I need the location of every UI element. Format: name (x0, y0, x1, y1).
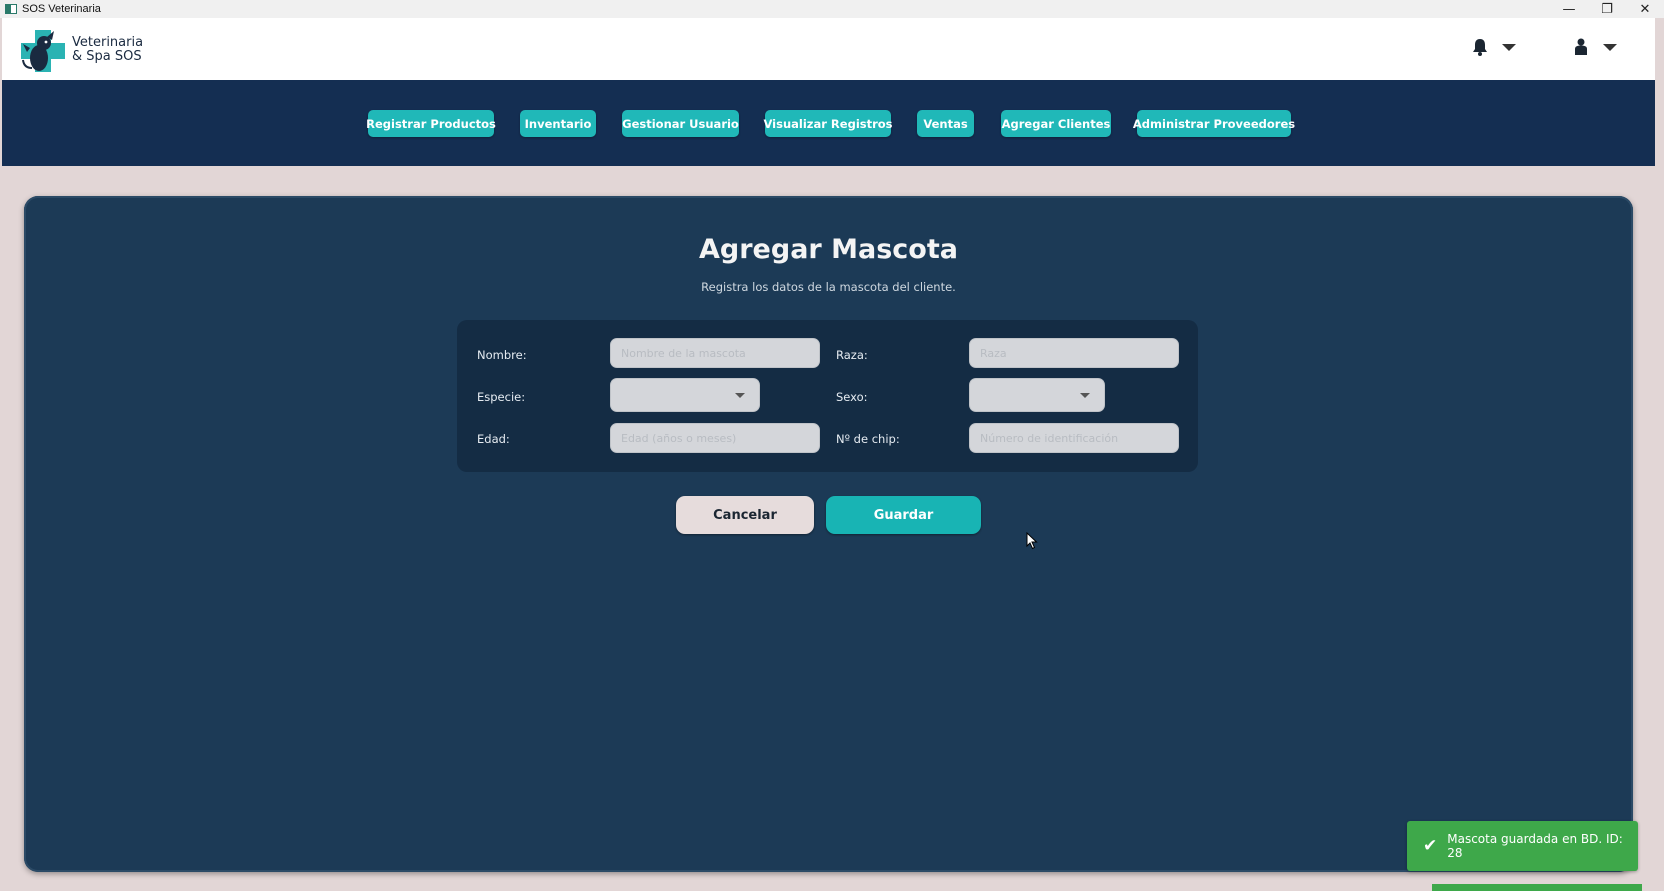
toast-strip (1432, 884, 1642, 891)
page-title: Agregar Mascota (699, 234, 958, 265)
dropdown-arrow-icon (735, 393, 745, 398)
mouse-cursor-icon (1026, 532, 1038, 550)
window-controls: — ❐ ✕ (1550, 0, 1664, 18)
close-button[interactable]: ✕ (1626, 0, 1664, 18)
raza-input[interactable]: Raza (969, 338, 1179, 368)
main-navigation: Registrar Productos Inventario Gestionar… (2, 80, 1655, 166)
brand-name: Veterinaria & Spa SOS (72, 36, 143, 64)
cancel-button[interactable]: Cancelar (676, 496, 814, 534)
nav-administrar-proveedores[interactable]: Administrar Proveedores (1133, 110, 1295, 137)
success-toast: ✔ Mascota guardada en BD. ID: 28 (1407, 821, 1638, 871)
chevron-down-icon (1502, 43, 1516, 51)
page-subtitle: Registra los datos de la mascota del cli… (701, 280, 956, 294)
brand-line-1: Veterinaria (72, 35, 144, 50)
logo-icon (21, 30, 65, 72)
toast-message: Mascota guardada en BD. ID: 28 (1447, 832, 1623, 860)
save-button[interactable]: Guardar (826, 496, 981, 534)
sexo-select[interactable] (969, 378, 1105, 412)
nombre-input[interactable]: Nombre de la mascota (610, 338, 820, 368)
chip-label: Nº de chip: (836, 432, 900, 446)
app-header: Veterinaria & Spa SOS (2, 18, 1655, 80)
especie-label: Especie: (477, 390, 526, 404)
nav-gestionar-usuario[interactable]: Gestionar Usuario (622, 110, 739, 137)
bell-icon (1473, 39, 1487, 56)
maximize-button[interactable]: ❐ (1588, 0, 1626, 18)
raza-label: Raza: (836, 348, 868, 362)
main-panel: Agregar Mascota Registra los datos de la… (24, 196, 1633, 872)
edad-input[interactable]: Edad (años o meses) (610, 423, 820, 453)
dropdown-arrow-icon (1080, 393, 1090, 398)
nav-ventas[interactable]: Ventas (917, 110, 974, 137)
nav-visualizar-registros[interactable]: Visualizar Registros (763, 110, 893, 137)
nav-inventario[interactable]: Inventario (520, 110, 596, 137)
window-titlebar: SOS Veterinaria — ❐ ✕ (0, 0, 1664, 18)
nombre-label: Nombre: (477, 348, 527, 362)
brand-line-2: & Spa SOS (72, 49, 142, 64)
edad-label: Edad: (477, 432, 510, 446)
chip-input[interactable]: Número de identificación (969, 423, 1179, 453)
user-menu[interactable] (1573, 38, 1617, 56)
sexo-label: Sexo: (836, 390, 868, 404)
nav-registrar-productos[interactable]: Registrar Productos (366, 110, 496, 137)
app-icon (5, 4, 17, 14)
minimize-button[interactable]: — (1550, 0, 1588, 18)
nav-agregar-clientes[interactable]: Agregar Clientes (1001, 110, 1111, 137)
notifications-menu[interactable] (1472, 38, 1516, 56)
especie-select[interactable] (610, 378, 760, 412)
chevron-down-icon (1603, 43, 1617, 51)
pet-form: Nombre: Nombre de la mascota Raza: Raza … (457, 320, 1198, 472)
user-icon (1575, 38, 1587, 55)
check-icon: ✔ (1423, 836, 1438, 856)
window-title: SOS Veterinaria (22, 3, 101, 15)
